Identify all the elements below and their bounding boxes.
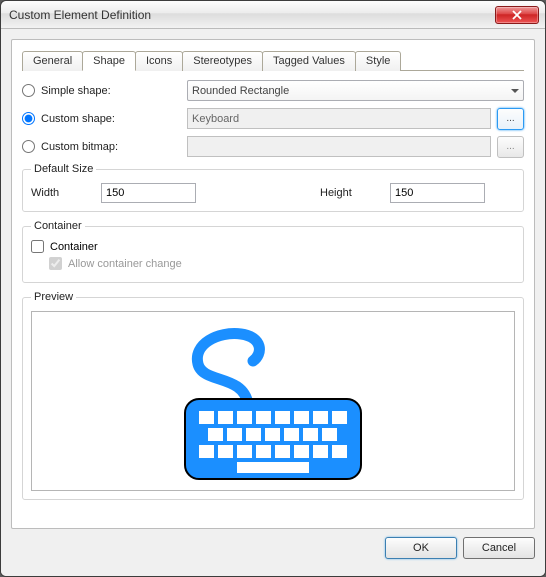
dialog-window: Custom Element Definition General Shape … [0,0,546,577]
dialog-buttons: OK Cancel [11,537,535,559]
tab-general[interactable]: General [22,51,83,71]
simple-shape-value: Rounded Rectangle [192,85,289,97]
simple-shape-combo[interactable]: Rounded Rectangle [187,80,524,101]
browse-custom-shape-button[interactable]: ... [497,108,524,130]
keyboard-icon [133,319,413,484]
simple-shape-label: Simple shape: [41,85,181,97]
cancel-button[interactable]: Cancel [463,537,535,559]
close-button[interactable] [495,6,539,24]
container-label: Container [50,241,98,253]
width-input[interactable] [101,183,196,203]
content-area: General Shape Icons Stereotypes Tagged V… [1,29,545,576]
width-label: Width [31,187,91,199]
ok-button[interactable]: OK [385,537,457,559]
tab-tagged-values[interactable]: Tagged Values [262,51,356,71]
default-size-legend: Default Size [31,163,96,175]
window-title: Custom Element Definition [7,8,495,22]
default-size-group: Default Size Width Height [22,163,524,212]
tab-shape[interactable]: Shape [82,51,136,71]
custom-shape-label: Custom shape: [41,113,181,125]
allow-container-change-label: Allow container change [68,258,182,270]
container-legend: Container [31,220,85,232]
tab-icons[interactable]: Icons [135,51,183,71]
main-panel: General Shape Icons Stereotypes Tagged V… [11,39,535,529]
tab-stereotypes[interactable]: Stereotypes [182,51,263,71]
custom-shape-field[interactable] [187,108,491,129]
allow-container-change-checkbox [49,257,62,270]
preview-canvas [31,311,515,491]
radio-custom-shape[interactable] [22,112,35,125]
custom-bitmap-field [187,136,491,157]
preview-legend: Preview [31,291,76,303]
titlebar[interactable]: Custom Element Definition [1,1,545,29]
radio-simple-shape[interactable] [22,84,35,97]
browse-bitmap-button[interactable]: ... [497,136,524,158]
custom-bitmap-label: Custom bitmap: [41,141,181,153]
height-label: Height [320,187,380,199]
preview-group: Preview [22,291,524,500]
container-group: Container Container Allow container chan… [22,220,524,283]
chevron-down-icon [511,89,519,93]
height-input[interactable] [390,183,485,203]
radio-custom-bitmap[interactable] [22,140,35,153]
tab-strip: General Shape Icons Stereotypes Tagged V… [22,50,524,71]
close-icon [512,10,522,20]
container-checkbox[interactable] [31,240,44,253]
tab-style[interactable]: Style [355,51,401,71]
